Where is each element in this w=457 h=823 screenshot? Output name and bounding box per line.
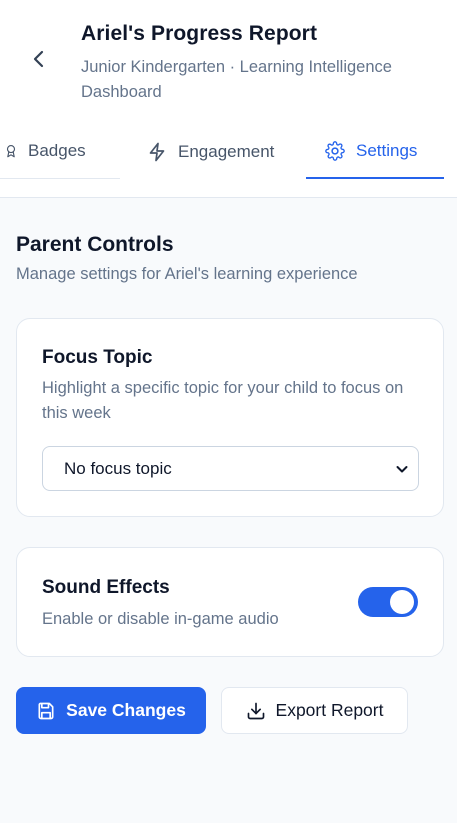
- export-report-button[interactable]: Export Report: [221, 687, 408, 734]
- focus-topic-card: Focus Topic Highlight a specific topic f…: [16, 318, 444, 517]
- page-subtitle: Junior Kindergarten · Learning Intellige…: [81, 58, 392, 101]
- focus-topic-title: Focus Topic: [42, 347, 153, 368]
- save-icon: [38, 702, 54, 719]
- back-button[interactable]: [26, 46, 52, 72]
- tab-engagement-label: Engagement: [178, 141, 275, 161]
- tab-bar: Badges Engagement Settings: [0, 124, 457, 198]
- badge-icon: [4, 140, 18, 162]
- export-report-label: Export Report: [275, 700, 384, 720]
- focus-topic-description: Highlight a specific topic for your chil…: [42, 379, 404, 422]
- section-subtitle: Manage settings for Ariel's learning exp…: [16, 265, 358, 283]
- focus-topic-select[interactable]: No focus topic: [42, 446, 419, 491]
- tab-engagement[interactable]: Engagement: [134, 124, 294, 179]
- tab-settings[interactable]: Settings: [306, 124, 444, 179]
- sound-effects-description: Enable or disable in-game audio: [42, 610, 279, 628]
- tab-settings-label: Settings: [356, 140, 418, 160]
- sound-effects-toggle[interactable]: [358, 587, 418, 617]
- lightning-icon: [146, 141, 168, 163]
- tab-badges[interactable]: Badges: [0, 124, 120, 179]
- section-title: Parent Controls: [16, 233, 174, 256]
- tab-badges-label: Badges: [28, 141, 86, 160]
- chevron-down-icon: [396, 466, 408, 473]
- save-changes-label: Save Changes: [66, 700, 186, 720]
- settings-panel: Parent Controls Manage settings for Arie…: [0, 198, 457, 823]
- save-changes-button[interactable]: Save Changes: [16, 687, 206, 734]
- page-header: Ariel's Progress Report Junior Kindergar…: [0, 0, 457, 124]
- sound-effects-title: Sound Effects: [42, 577, 170, 598]
- focus-topic-select-value: No focus topic: [64, 458, 172, 478]
- download-icon: [247, 702, 264, 719]
- chevron-left-icon: [33, 50, 44, 68]
- sound-effects-card: Sound Effects Enable or disable in-game …: [16, 547, 444, 657]
- toggle-knob: [390, 590, 414, 614]
- page-title: Ariel's Progress Report: [81, 22, 318, 45]
- gear-icon: [324, 140, 346, 162]
